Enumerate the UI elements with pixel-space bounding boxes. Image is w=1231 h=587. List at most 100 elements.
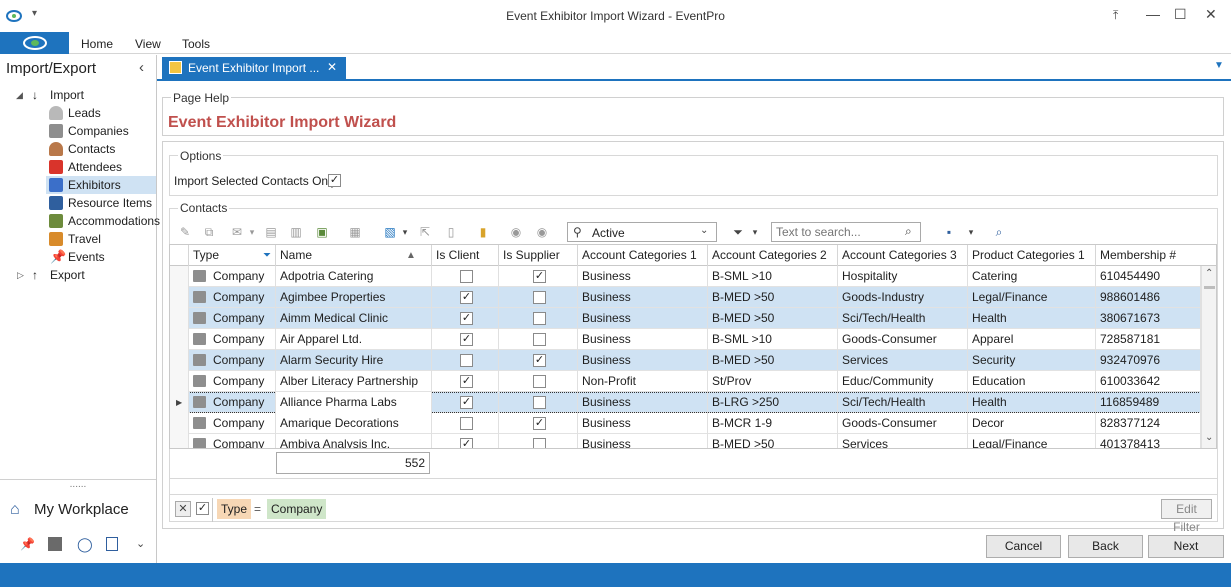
cell-name[interactable]: Agimbee Properties xyxy=(276,287,432,308)
cell-type[interactable]: Company xyxy=(189,434,276,448)
is-supplier-checkbox[interactable] xyxy=(533,438,546,448)
cell-mem[interactable]: 380671673 xyxy=(1096,308,1201,329)
cell-supplier[interactable] xyxy=(499,371,578,392)
application-menu-button[interactable] xyxy=(0,32,69,54)
table-row[interactable]: ▶ Company Alliance Pharma Labs ✓ Business B-L… xyxy=(170,392,1201,413)
cell-supplier[interactable]: ✓ xyxy=(499,350,578,371)
cell-ac2[interactable]: B-MED >50 xyxy=(708,350,838,371)
my-workplace-label[interactable]: My Workplace xyxy=(34,501,129,518)
is-client-checkbox[interactable]: ✓ xyxy=(460,333,473,346)
move-down-icon[interactable]: ◉ xyxy=(533,224,551,240)
cell-name[interactable]: Aimm Medical Clinic xyxy=(276,308,432,329)
cell-client[interactable] xyxy=(432,266,499,287)
cell-ac3[interactable]: Services xyxy=(838,434,968,448)
cell-ac2[interactable]: B-MED >50 xyxy=(708,434,838,448)
cell-name[interactable]: Amarique Decorations xyxy=(276,413,432,434)
cell-ac3[interactable]: Goods-Consumer xyxy=(838,329,968,350)
is-supplier-checkbox[interactable] xyxy=(533,375,546,388)
is-client-checkbox[interactable]: ✓ xyxy=(460,312,473,325)
filter-enabled-checkbox[interactable]: ✓ xyxy=(196,502,209,515)
is-client-checkbox[interactable] xyxy=(460,417,473,430)
image-icon[interactable]: ▣ xyxy=(313,224,331,240)
tab-list-dropdown-icon[interactable]: ▼ xyxy=(1214,60,1224,71)
cell-pc1[interactable]: Security xyxy=(968,350,1096,371)
cell-name[interactable]: Alber Literacy Partnership xyxy=(276,371,432,392)
is-supplier-checkbox[interactable] xyxy=(533,312,546,325)
clipboard-check-icon[interactable]: ▥ xyxy=(287,224,305,240)
column-header-account-categories-1[interactable]: Account Categories 1 xyxy=(578,245,708,266)
row-indicator[interactable]: ▶ xyxy=(170,392,189,413)
row-indicator[interactable] xyxy=(170,434,189,448)
table-row[interactable]: Company Amarique Decorations ✓ Business B-MC… xyxy=(170,413,1201,434)
ribbon-tab-tools[interactable]: Tools xyxy=(182,37,210,51)
restore-ribbon-icon[interactable]: ⤒ xyxy=(1113,8,1118,23)
table-row[interactable]: Company Alber Literacy Partnership ✓ Non-Pr… xyxy=(170,371,1201,392)
tree-item-companies[interactable]: Companies xyxy=(48,122,156,140)
row-indicator[interactable] xyxy=(170,266,189,287)
tree-item-travel[interactable]: Travel xyxy=(48,230,156,248)
cell-ac3[interactable]: Educ/Community xyxy=(838,371,968,392)
table-row[interactable]: Company Agimbee Properties ✓ Business B-MED … xyxy=(170,287,1201,308)
table-row[interactable]: Company Air Apparel Ltd. ✓ Business B-SML >1… xyxy=(170,329,1201,350)
cell-mem[interactable]: 116859489 xyxy=(1096,392,1201,413)
table-row[interactable]: Company Aimm Medical Clinic ✓ Business B-MED… xyxy=(170,308,1201,329)
row-indicator[interactable] xyxy=(170,413,189,434)
cell-ac1[interactable]: Business xyxy=(578,350,708,371)
row-indicator[interactable] xyxy=(170,308,189,329)
chat-bubble-icon[interactable]: ◯ xyxy=(77,536,93,553)
cell-mem[interactable]: 401378413 xyxy=(1096,434,1201,448)
cell-client[interactable]: ✓ xyxy=(432,287,499,308)
maximize-icon[interactable]: ☐ xyxy=(1174,6,1187,23)
column-header-membership[interactable]: Membership # xyxy=(1096,245,1216,266)
table-row[interactable]: Company Alarm Security Hire ✓ Business B-MED… xyxy=(170,350,1201,371)
tree-item-exhibitors[interactable]: Exhibitors xyxy=(46,176,156,194)
is-supplier-checkbox[interactable] xyxy=(533,333,546,346)
row-indicator[interactable] xyxy=(170,371,189,392)
report-icon[interactable]: ▦ xyxy=(346,224,364,240)
cell-ac2[interactable]: B-SML >10 xyxy=(708,329,838,350)
cell-type[interactable]: Company xyxy=(189,413,276,434)
search-input[interactable] xyxy=(771,222,921,242)
cell-pc1[interactable]: Education xyxy=(968,371,1096,392)
is-client-checkbox[interactable]: ✓ xyxy=(460,438,473,448)
cell-ac1[interactable]: Business xyxy=(578,266,708,287)
cell-pc1[interactable]: Apparel xyxy=(968,329,1096,350)
cell-ac2[interactable]: St/Prov xyxy=(708,371,838,392)
is-client-checkbox[interactable]: ✓ xyxy=(460,396,473,409)
splitter-grip[interactable]: ...... xyxy=(0,479,156,495)
cell-ac2[interactable]: B-MED >50 xyxy=(708,308,838,329)
tree-item-leads[interactable]: Leads xyxy=(48,104,156,122)
cell-supplier[interactable]: ✓ xyxy=(499,413,578,434)
tree-item-export[interactable]: ▷ ↑ Export xyxy=(16,266,156,284)
cell-pc1[interactable]: Health xyxy=(968,392,1096,413)
is-supplier-checkbox[interactable]: ✓ xyxy=(533,417,546,430)
contact-card-icon[interactable] xyxy=(48,537,62,551)
cell-pc1[interactable]: Decor xyxy=(968,413,1096,434)
cell-ac3[interactable]: Goods-Consumer xyxy=(838,413,968,434)
cell-type[interactable]: Company xyxy=(189,308,276,329)
pin-icon[interactable]: 📌 xyxy=(20,537,35,551)
tree-item-attendees[interactable]: Attendees xyxy=(48,158,156,176)
cell-supplier[interactable]: ✓ xyxy=(499,266,578,287)
cell-mem[interactable]: 610033642 xyxy=(1096,371,1201,392)
funnel-dropdown-icon[interactable]: ▾ xyxy=(746,224,764,240)
cell-type[interactable]: Company xyxy=(189,371,276,392)
cell-ac3[interactable]: Hospitality xyxy=(838,266,968,287)
tree-item-import[interactable]: ◢ ↓ Import xyxy=(16,86,156,104)
is-supplier-checkbox[interactable] xyxy=(533,396,546,409)
close-tab-icon[interactable]: ✕ xyxy=(327,60,337,74)
cell-name[interactable]: Adpotria Catering xyxy=(276,266,432,287)
column-header-account-categories-2[interactable]: Account Categories 2 xyxy=(708,245,838,266)
column-header-type[interactable]: Type ⏷ xyxy=(189,245,276,266)
cell-ac1[interactable]: Business xyxy=(578,308,708,329)
column-header-name[interactable]: Name ▲ xyxy=(276,245,432,266)
vertical-scrollbar[interactable]: ⌃ ⌄ xyxy=(1201,266,1216,448)
cell-client[interactable]: ✓ xyxy=(432,329,499,350)
cell-ac3[interactable]: Services xyxy=(838,350,968,371)
cell-type[interactable]: Company xyxy=(189,329,276,350)
paste-icon[interactable]: ▤ xyxy=(262,224,280,240)
cell-ac1[interactable]: Business xyxy=(578,287,708,308)
more-chevron-icon[interactable]: ⌄ xyxy=(136,537,145,550)
cell-supplier[interactable] xyxy=(499,287,578,308)
clear-filter-button[interactable]: ✕ xyxy=(175,501,191,517)
